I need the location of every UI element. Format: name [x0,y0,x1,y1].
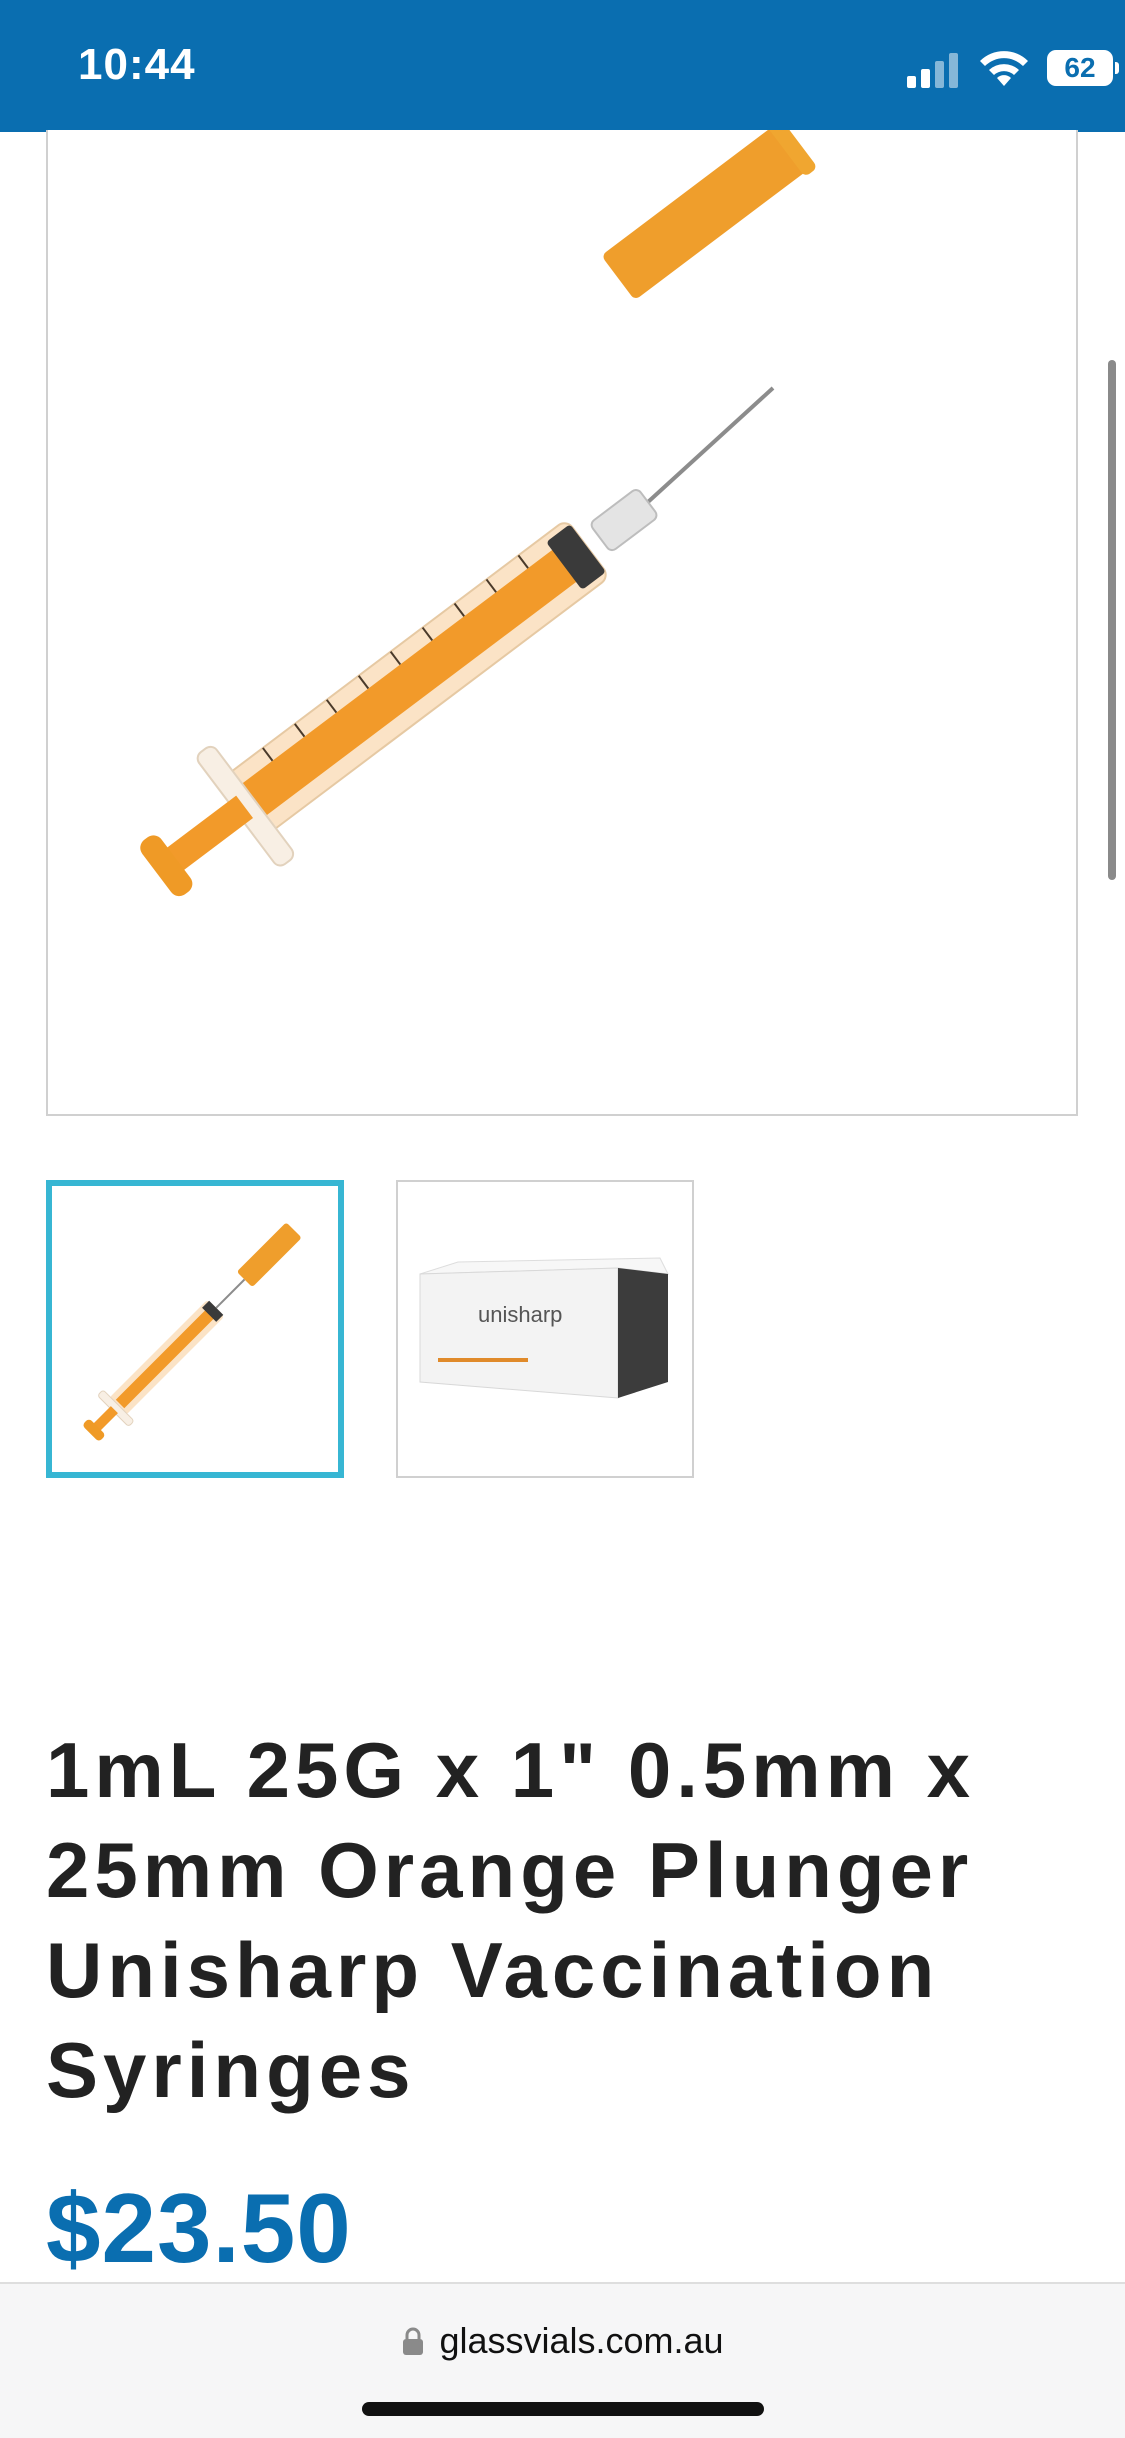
url-display[interactable]: glassvials.com.au [0,2320,1125,2362]
product-title: 1mL 25G x 1" 0.5mm x 25mm Orange Plunger… [46,1726,976,2114]
page-scrollbar[interactable] [1108,360,1116,880]
box-brand-text: unisharp [478,1302,562,1327]
home-indicator[interactable] [362,2402,764,2416]
product-price: $23.50 [46,2173,352,2283]
syringe-thumbnail-icon [83,1223,301,1441]
box-thumbnail-icon: unisharp [419,1257,669,1399]
syringe-image [140,130,816,897]
cellular-signal-icon [907,53,958,88]
thumbnail-syringe[interactable] [46,1180,344,1478]
lock-icon [403,2327,424,2355]
wifi-icon [980,51,1028,86]
url-text: glassvials.com.au [439,2320,724,2361]
browser-address-bar[interactable]: glassvials.com.au [0,2282,1125,2438]
thumbnail-box[interactable]: unisharp [396,1180,694,1478]
battery-icon: 62 [1047,50,1113,86]
battery-cap [1115,62,1119,74]
main-product-image[interactable] [46,130,1078,1116]
status-bar: 10:44 62 [0,0,1125,132]
status-time: 10:44 [78,40,196,89]
